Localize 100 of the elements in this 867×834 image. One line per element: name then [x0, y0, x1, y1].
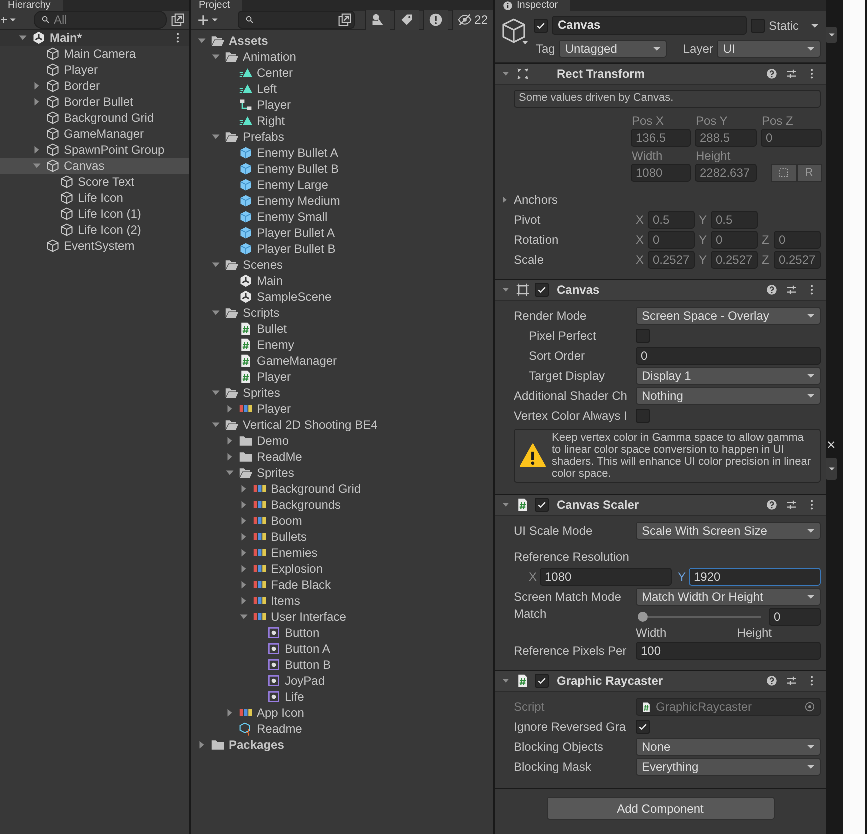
tree-item[interactable]: Animation [191, 49, 493, 65]
tree-item[interactable]: Fade Black [191, 577, 493, 593]
tree-item[interactable]: Button A [191, 641, 493, 657]
tree-item[interactable]: Button [191, 625, 493, 641]
tree-item[interactable]: Sprites [191, 385, 493, 401]
tree-item[interactable]: Enemy [191, 337, 493, 353]
tree-item[interactable]: Life [191, 689, 493, 705]
tree-item[interactable]: Demo [191, 433, 493, 449]
close-button[interactable]: × [827, 438, 836, 454]
tree-item[interactable]: Center [191, 65, 493, 81]
tree-item[interactable]: SampleScene [191, 289, 493, 305]
tree-item[interactable]: Bullets [191, 529, 493, 545]
tree-item[interactable]: Enemies [191, 545, 493, 561]
dropdown[interactable]: None [636, 738, 821, 756]
number-field[interactable]: 100 [636, 642, 821, 660]
number-field[interactable]: 0 [774, 231, 821, 249]
active-checkbox[interactable] [534, 18, 548, 32]
checkbox[interactable] [636, 409, 650, 423]
number-field[interactable]: 0 [761, 129, 822, 147]
number-field[interactable]: 0.5 [648, 211, 695, 229]
preset-icon[interactable] [786, 284, 798, 296]
tree-item[interactable]: Right [191, 113, 493, 129]
component-header[interactable]: Canvas Scaler [495, 494, 826, 516]
number-field[interactable]: 288.5 [695, 129, 757, 147]
number-field[interactable]: 1080 [540, 568, 672, 586]
dropdown[interactable]: Scale With Screen Size [636, 522, 821, 540]
dropdown[interactable]: Everything [636, 758, 821, 776]
preset-icon[interactable] [786, 68, 798, 80]
tree-item[interactable]: Player [191, 401, 493, 417]
tree-item[interactable]: Player [191, 369, 493, 385]
name-field[interactable]: Canvas [552, 16, 747, 35]
tree-item[interactable]: Canvas [0, 158, 189, 174]
tree-item[interactable]: GameManager [191, 353, 493, 369]
tree-item[interactable]: User Interface [191, 609, 493, 625]
help-icon[interactable] [766, 284, 778, 296]
dropdown[interactable]: UI [717, 40, 821, 58]
tree-item[interactable]: Enemy Large [191, 177, 493, 193]
enabled-checkbox[interactable] [535, 283, 549, 297]
dropdown[interactable]: Match Width Or Height [636, 588, 821, 606]
help-icon[interactable] [766, 68, 778, 80]
help-icon[interactable] [766, 675, 778, 687]
search-field[interactable] [238, 11, 355, 29]
dropdown[interactable] [826, 458, 837, 480]
tree-item[interactable]: Background Grid [191, 481, 493, 497]
panel-tab[interactable]: Project [191, 0, 242, 11]
foldout-label[interactable]: Anchors [514, 193, 558, 207]
tree-item[interactable]: Life Icon (1) [0, 206, 189, 222]
checkbox[interactable] [636, 329, 650, 343]
slider-handle[interactable] [638, 612, 648, 622]
tree-item[interactable]: Scenes [191, 257, 493, 273]
tree-item[interactable]: Backgrounds [191, 497, 493, 513]
number-field[interactable]: 0 [769, 608, 821, 626]
tree-item[interactable]: Enemy Bullet A [191, 145, 493, 161]
tree-item[interactable]: Sprites [191, 465, 493, 481]
number-field[interactable]: 0.2527 [711, 251, 758, 269]
tree-item[interactable]: Prefabs [191, 129, 493, 145]
number-field[interactable]: 0 [711, 231, 758, 249]
number-field[interactable]: 0.2527 [774, 251, 821, 269]
tree-item[interactable]: Explosion [191, 561, 493, 577]
preset-icon[interactable] [786, 499, 798, 511]
tree-item[interactable]: Readme [191, 721, 493, 737]
number-field[interactable]: 1080 [631, 164, 691, 182]
tree-item[interactable]: Main Camera [0, 46, 189, 62]
tree-item[interactable]: SpawnPoint Group [0, 142, 189, 158]
tree-item[interactable]: GameManager [0, 126, 189, 142]
number-field[interactable]: 0 [648, 231, 695, 249]
help-icon[interactable] [766, 499, 778, 511]
add-button[interactable] [197, 14, 220, 26]
dropdown[interactable]: Untagged [559, 40, 668, 58]
preset-icon[interactable] [786, 675, 798, 687]
tree-item[interactable]: Assets [191, 33, 493, 49]
tree-item[interactable]: EventSystem [0, 238, 189, 254]
dropdown[interactable]: Nothing [636, 387, 821, 405]
number-field[interactable]: 0.5 [711, 211, 758, 229]
number-field[interactable]: 0 [636, 347, 821, 365]
tree-item[interactable]: Border Bullet [0, 94, 189, 110]
add-button[interactable] [0, 14, 18, 26]
component-header[interactable]: Canvas [495, 279, 826, 301]
search-field[interactable]: All [34, 11, 167, 29]
popup-window-icon[interactable] [171, 13, 185, 27]
tree-item[interactable]: Player Bullet A [191, 225, 493, 241]
enabled-checkbox[interactable] [535, 498, 549, 512]
checkbox[interactable] [636, 720, 650, 734]
enabled-checkbox[interactable] [535, 674, 549, 688]
tree-item[interactable]: Enemy Medium [191, 193, 493, 209]
tree-item[interactable]: Main* [0, 30, 189, 46]
static-checkbox[interactable] [750, 18, 765, 32]
tree-item[interactable]: Score Text [0, 174, 189, 190]
tree-item[interactable]: Border [0, 78, 189, 94]
tree-item[interactable]: Packages [191, 737, 493, 753]
tree-item[interactable]: Enemy Bullet B [191, 161, 493, 177]
add-component-button[interactable]: Add Component [546, 797, 774, 820]
number-field[interactable]: 2282.637 [695, 164, 757, 182]
tree-item[interactable]: Items [191, 593, 493, 609]
tree-item[interactable]: Background Grid [0, 110, 189, 126]
tree-item[interactable]: Enemy Small [191, 209, 493, 225]
tree-item[interactable]: Main [191, 273, 493, 289]
tree-item[interactable]: Boom [191, 513, 493, 529]
tree-item[interactable]: Scripts [191, 305, 493, 321]
number-field[interactable]: 1920 [689, 568, 821, 586]
